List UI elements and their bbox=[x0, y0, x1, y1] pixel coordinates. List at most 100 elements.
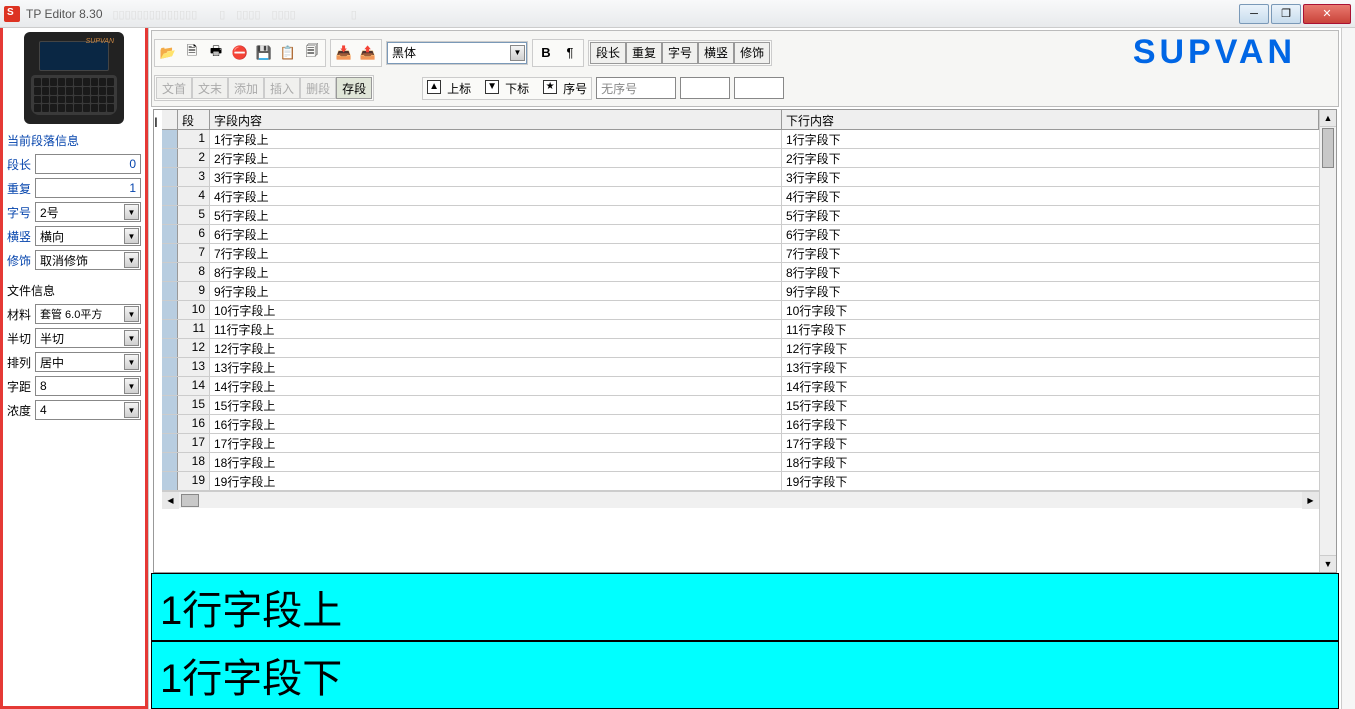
table-row[interactable]: 1212行字段上12行字段下 bbox=[162, 339, 1319, 358]
row-lower[interactable]: 13行字段下 bbox=[782, 358, 1319, 376]
table-row[interactable]: 1818行字段上18行字段下 bbox=[162, 453, 1319, 472]
table-row[interactable]: 1919行字段上19行字段下 bbox=[162, 472, 1319, 491]
row-lower[interactable]: 3行字段下 bbox=[782, 168, 1319, 186]
row-upper[interactable]: 5行字段上 bbox=[210, 206, 782, 224]
table-row[interactable]: 88行字段上8行字段下 bbox=[162, 263, 1319, 282]
table-row[interactable]: 11行字段上1行字段下 bbox=[162, 130, 1319, 149]
xiushi-button[interactable]: 修饰 bbox=[734, 42, 770, 64]
save-icon[interactable]: 💾 bbox=[252, 41, 276, 65]
table-row[interactable]: 66行字段上6行字段下 bbox=[162, 225, 1319, 244]
ziju-select[interactable]: 8▼ bbox=[35, 376, 141, 396]
row-upper[interactable]: 2行字段上 bbox=[210, 149, 782, 167]
chongfu-button[interactable]: 重复 bbox=[626, 42, 662, 64]
duanchang-button[interactable]: 段长 bbox=[590, 42, 626, 64]
row-upper[interactable]: 8行字段上 bbox=[210, 263, 782, 281]
row-selector[interactable] bbox=[162, 377, 178, 395]
row-lower[interactable]: 16行字段下 bbox=[782, 415, 1319, 433]
table-row[interactable]: 1313行字段上13行字段下 bbox=[162, 358, 1319, 377]
font-select[interactable]: 黑体▼ bbox=[387, 42, 527, 64]
table-row[interactable]: 1515行字段上15行字段下 bbox=[162, 396, 1319, 415]
row-upper[interactable]: 17行字段上 bbox=[210, 434, 782, 452]
row-lower[interactable]: 15行字段下 bbox=[782, 396, 1319, 414]
row-upper[interactable]: 13行字段上 bbox=[210, 358, 782, 376]
minimize-button[interactable]: ─ bbox=[1239, 4, 1269, 24]
row-selector[interactable] bbox=[162, 396, 178, 414]
props-icon[interactable]: 🗐 bbox=[300, 41, 324, 65]
row-selector[interactable] bbox=[162, 244, 178, 262]
shanduan-button[interactable]: 删段 bbox=[300, 77, 336, 99]
row-selector[interactable] bbox=[162, 415, 178, 433]
row-upper[interactable]: 7行字段上 bbox=[210, 244, 782, 262]
zihao-button[interactable]: 字号 bbox=[662, 42, 698, 64]
hengshu-select[interactable]: 横向▼ bbox=[35, 226, 141, 246]
cunduan-button[interactable]: 存段 bbox=[336, 77, 372, 99]
row-upper[interactable]: 11行字段上 bbox=[210, 320, 782, 338]
table-row[interactable]: 99行字段上9行字段下 bbox=[162, 282, 1319, 301]
row-lower[interactable]: 8行字段下 bbox=[782, 263, 1319, 281]
hengshu-button[interactable]: 横竖 bbox=[698, 42, 734, 64]
row-selector[interactable] bbox=[162, 453, 178, 471]
import-icon[interactable]: 📥 bbox=[332, 41, 356, 65]
vertical-scrollbar[interactable]: ▲▼ bbox=[1319, 110, 1336, 572]
row-upper[interactable]: 6行字段上 bbox=[210, 225, 782, 243]
row-selector[interactable] bbox=[162, 282, 178, 300]
row-upper[interactable]: 19行字段上 bbox=[210, 472, 782, 490]
row-selector[interactable] bbox=[162, 187, 178, 205]
row-lower[interactable]: 9行字段下 bbox=[782, 282, 1319, 300]
row-lower[interactable]: 6行字段下 bbox=[782, 225, 1319, 243]
close-button[interactable]: ✕ bbox=[1303, 4, 1351, 24]
xiushi-select[interactable]: 取消修饰▼ bbox=[35, 250, 141, 270]
row-upper[interactable]: 16行字段上 bbox=[210, 415, 782, 433]
row-lower[interactable]: 4行字段下 bbox=[782, 187, 1319, 205]
table-row[interactable]: 33行字段上3行字段下 bbox=[162, 168, 1319, 187]
row-lower[interactable]: 17行字段下 bbox=[782, 434, 1319, 452]
row-selector[interactable] bbox=[162, 149, 178, 167]
chongfu-input[interactable]: 1 bbox=[35, 178, 141, 198]
sequence-small-2[interactable] bbox=[734, 77, 784, 99]
table-row[interactable]: 1616行字段上16行字段下 bbox=[162, 415, 1319, 434]
row-selector[interactable] bbox=[162, 168, 178, 186]
row-lower[interactable]: 19行字段下 bbox=[782, 472, 1319, 490]
row-lower[interactable]: 5行字段下 bbox=[782, 206, 1319, 224]
nongdu-select[interactable]: 4▼ bbox=[35, 400, 141, 420]
table-row[interactable]: 1010行字段上10行字段下 bbox=[162, 301, 1319, 320]
row-upper[interactable]: 18行字段上 bbox=[210, 453, 782, 471]
row-upper[interactable]: 4行字段上 bbox=[210, 187, 782, 205]
row-selector[interactable] bbox=[162, 320, 178, 338]
tianjia-button[interactable]: 添加 bbox=[228, 77, 264, 99]
row-selector[interactable] bbox=[162, 472, 178, 490]
row-lower[interactable]: 1行字段下 bbox=[782, 130, 1319, 148]
row-upper[interactable]: 1行字段上 bbox=[210, 130, 782, 148]
table-row[interactable]: 1414行字段上14行字段下 bbox=[162, 377, 1319, 396]
table-row[interactable]: 44行字段上4行字段下 bbox=[162, 187, 1319, 206]
row-lower[interactable]: 18行字段下 bbox=[782, 453, 1319, 471]
row-lower[interactable]: 11行字段下 bbox=[782, 320, 1319, 338]
paste-icon[interactable]: 📋 bbox=[276, 41, 300, 65]
row-selector[interactable] bbox=[162, 339, 178, 357]
sup-checkbox[interactable]: ▲ bbox=[427, 80, 441, 94]
row-lower[interactable]: 7行字段下 bbox=[782, 244, 1319, 262]
sub-checkbox[interactable]: ▼ bbox=[485, 80, 499, 94]
row-selector[interactable] bbox=[162, 434, 178, 452]
row-lower[interactable]: 2行字段下 bbox=[782, 149, 1319, 167]
row-lower[interactable]: 12行字段下 bbox=[782, 339, 1319, 357]
wenmo-button[interactable]: 文末 bbox=[192, 77, 228, 99]
paragraph-button[interactable]: ¶ bbox=[558, 41, 582, 65]
open-icon[interactable]: 📂 bbox=[156, 41, 180, 65]
table-row[interactable]: 55行字段上5行字段下 bbox=[162, 206, 1319, 225]
row-upper[interactable]: 15行字段上 bbox=[210, 396, 782, 414]
row-selector[interactable] bbox=[162, 358, 178, 376]
row-selector[interactable] bbox=[162, 206, 178, 224]
zihao-select[interactable]: 2号▼ bbox=[35, 202, 141, 222]
row-selector[interactable] bbox=[162, 225, 178, 243]
row-upper[interactable]: 10行字段上 bbox=[210, 301, 782, 319]
horizontal-scrollbar[interactable]: ◀▶ bbox=[162, 491, 1319, 508]
row-upper[interactable]: 14行字段上 bbox=[210, 377, 782, 395]
charu-button[interactable]: 插入 bbox=[264, 77, 300, 99]
pailie-select[interactable]: 居中▼ bbox=[35, 352, 141, 372]
row-upper[interactable]: 9行字段上 bbox=[210, 282, 782, 300]
bold-button[interactable]: B bbox=[534, 41, 558, 65]
table-row[interactable]: 1111行字段上11行字段下 bbox=[162, 320, 1319, 339]
duanchang-input[interactable]: 0 bbox=[35, 154, 141, 174]
new-icon[interactable]: 🗎 bbox=[180, 41, 204, 65]
